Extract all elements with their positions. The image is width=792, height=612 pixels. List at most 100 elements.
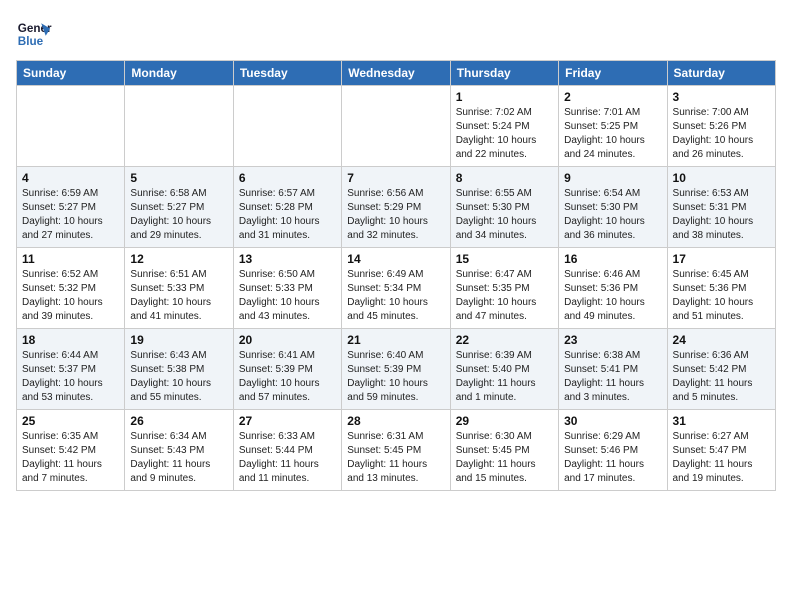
- calendar-cell: 20 Sunrise: 6:41 AM Sunset: 5:39 PM Dayli…: [233, 329, 341, 410]
- day-info: Sunrise: 6:34 AM Sunset: 5:43 PM Dayligh…: [130, 430, 227, 486]
- day-of-week-header: Friday: [559, 61, 667, 86]
- day-info: Sunrise: 6:45 AM Sunset: 5:36 PM Dayligh…: [673, 268, 770, 324]
- day-info: Sunrise: 6:59 AM Sunset: 5:27 PM Dayligh…: [22, 187, 119, 243]
- day-info: Sunrise: 7:02 AM Sunset: 5:24 PM Dayligh…: [456, 106, 553, 162]
- calendar-cell: 21 Sunrise: 6:40 AM Sunset: 5:39 PM Dayli…: [342, 329, 450, 410]
- day-number: 9: [564, 171, 661, 185]
- day-info: Sunrise: 6:35 AM Sunset: 5:42 PM Dayligh…: [22, 430, 119, 486]
- day-number: 11: [22, 252, 119, 266]
- day-number: 12: [130, 252, 227, 266]
- day-info: Sunrise: 6:36 AM Sunset: 5:42 PM Dayligh…: [673, 349, 770, 405]
- day-info: Sunrise: 6:50 AM Sunset: 5:33 PM Dayligh…: [239, 268, 336, 324]
- day-number: 1: [456, 90, 553, 104]
- calendar-cell: 5 Sunrise: 6:58 AM Sunset: 5:27 PM Daylig…: [125, 167, 233, 248]
- calendar-week-row: 25 Sunrise: 6:35 AM Sunset: 5:42 PM Dayli…: [17, 410, 776, 491]
- calendar-cell: 8 Sunrise: 6:55 AM Sunset: 5:30 PM Daylig…: [450, 167, 558, 248]
- day-info: Sunrise: 7:00 AM Sunset: 5:26 PM Dayligh…: [673, 106, 770, 162]
- calendar-cell: [342, 86, 450, 167]
- logo-icon: General Blue: [16, 16, 52, 52]
- calendar-week-row: 11Sunrise: 6:52 AM Sunset: 5:32 PM Dayli…: [17, 248, 776, 329]
- calendar-week-row: 4 Sunrise: 6:59 AM Sunset: 5:27 PM Daylig…: [17, 167, 776, 248]
- calendar-cell: 4 Sunrise: 6:59 AM Sunset: 5:27 PM Daylig…: [17, 167, 125, 248]
- day-info: Sunrise: 6:58 AM Sunset: 5:27 PM Dayligh…: [130, 187, 227, 243]
- day-info: Sunrise: 6:55 AM Sunset: 5:30 PM Dayligh…: [456, 187, 553, 243]
- day-number: 28: [347, 414, 444, 428]
- day-number: 22: [456, 333, 553, 347]
- calendar-cell: 12 Sunrise: 6:51 AM Sunset: 5:33 PM Dayli…: [125, 248, 233, 329]
- calendar-week-row: 18 Sunrise: 6:44 AM Sunset: 5:37 PM Dayli…: [17, 329, 776, 410]
- calendar-cell: 29Sunrise: 6:30 AM Sunset: 5:45 PM Dayli…: [450, 410, 558, 491]
- calendar-cell: 18 Sunrise: 6:44 AM Sunset: 5:37 PM Dayli…: [17, 329, 125, 410]
- logo: General Blue: [16, 16, 56, 52]
- day-number: 29: [456, 414, 553, 428]
- day-number: 13: [239, 252, 336, 266]
- calendar-cell: 27 Sunrise: 6:33 AM Sunset: 5:44 PM Dayli…: [233, 410, 341, 491]
- calendar-cell: 3 Sunrise: 7:00 AM Sunset: 5:26 PM Daylig…: [667, 86, 775, 167]
- day-of-week-header: Sunday: [17, 61, 125, 86]
- calendar-body: 1 Sunrise: 7:02 AM Sunset: 5:24 PM Daylig…: [17, 86, 776, 491]
- day-of-week-header: Saturday: [667, 61, 775, 86]
- day-of-week-header: Tuesday: [233, 61, 341, 86]
- day-info: Sunrise: 6:33 AM Sunset: 5:44 PM Dayligh…: [239, 430, 336, 486]
- calendar-week-row: 1 Sunrise: 7:02 AM Sunset: 5:24 PM Daylig…: [17, 86, 776, 167]
- calendar-cell: 2 Sunrise: 7:01 AM Sunset: 5:25 PM Daylig…: [559, 86, 667, 167]
- day-number: 27: [239, 414, 336, 428]
- calendar-cell: 1 Sunrise: 7:02 AM Sunset: 5:24 PM Daylig…: [450, 86, 558, 167]
- calendar-cell: 9Sunrise: 6:54 AM Sunset: 5:30 PM Daylig…: [559, 167, 667, 248]
- calendar-cell: 16Sunrise: 6:46 AM Sunset: 5:36 PM Dayli…: [559, 248, 667, 329]
- calendar-cell: 23 Sunrise: 6:38 AM Sunset: 5:41 PM Dayli…: [559, 329, 667, 410]
- day-info: Sunrise: 6:27 AM Sunset: 5:47 PM Dayligh…: [673, 430, 770, 486]
- day-number: 25: [22, 414, 119, 428]
- day-number: 23: [564, 333, 661, 347]
- day-info: Sunrise: 6:39 AM Sunset: 5:40 PM Dayligh…: [456, 349, 553, 405]
- calendar-cell: [125, 86, 233, 167]
- day-number: 4: [22, 171, 119, 185]
- day-number: 6: [239, 171, 336, 185]
- calendar-cell: 25 Sunrise: 6:35 AM Sunset: 5:42 PM Dayli…: [17, 410, 125, 491]
- day-info: Sunrise: 6:44 AM Sunset: 5:37 PM Dayligh…: [22, 349, 119, 405]
- day-number: 18: [22, 333, 119, 347]
- day-of-week-header: Thursday: [450, 61, 558, 86]
- day-number: 5: [130, 171, 227, 185]
- calendar-cell: [17, 86, 125, 167]
- calendar-cell: 15Sunrise: 6:47 AM Sunset: 5:35 PM Dayli…: [450, 248, 558, 329]
- day-number: 3: [673, 90, 770, 104]
- day-info: Sunrise: 6:56 AM Sunset: 5:29 PM Dayligh…: [347, 187, 444, 243]
- day-info: Sunrise: 6:51 AM Sunset: 5:33 PM Dayligh…: [130, 268, 227, 324]
- calendar-table: SundayMondayTuesdayWednesdayThursdayFrid…: [16, 60, 776, 491]
- day-number: 31: [673, 414, 770, 428]
- calendar-cell: 10 Sunrise: 6:53 AM Sunset: 5:31 PM Dayli…: [667, 167, 775, 248]
- day-info: Sunrise: 6:46 AM Sunset: 5:36 PM Dayligh…: [564, 268, 661, 324]
- day-info: Sunrise: 6:49 AM Sunset: 5:34 PM Dayligh…: [347, 268, 444, 324]
- day-info: Sunrise: 6:29 AM Sunset: 5:46 PM Dayligh…: [564, 430, 661, 486]
- day-number: 21: [347, 333, 444, 347]
- day-number: 20: [239, 333, 336, 347]
- page-header: General Blue: [16, 16, 776, 52]
- calendar-cell: 19Sunrise: 6:43 AM Sunset: 5:38 PM Dayli…: [125, 329, 233, 410]
- day-info: Sunrise: 6:53 AM Sunset: 5:31 PM Dayligh…: [673, 187, 770, 243]
- svg-text:Blue: Blue: [18, 35, 44, 48]
- calendar-cell: 22 Sunrise: 6:39 AM Sunset: 5:40 PM Dayli…: [450, 329, 558, 410]
- day-number: 17: [673, 252, 770, 266]
- day-of-week-header: Monday: [125, 61, 233, 86]
- day-info: Sunrise: 6:41 AM Sunset: 5:39 PM Dayligh…: [239, 349, 336, 405]
- calendar-cell: 6Sunrise: 6:57 AM Sunset: 5:28 PM Daylig…: [233, 167, 341, 248]
- day-number: 30: [564, 414, 661, 428]
- day-number: 2: [564, 90, 661, 104]
- day-number: 7: [347, 171, 444, 185]
- calendar-cell: 11Sunrise: 6:52 AM Sunset: 5:32 PM Dayli…: [17, 248, 125, 329]
- day-number: 24: [673, 333, 770, 347]
- day-info: Sunrise: 6:31 AM Sunset: 5:45 PM Dayligh…: [347, 430, 444, 486]
- calendar-cell: 30 Sunrise: 6:29 AM Sunset: 5:46 PM Dayli…: [559, 410, 667, 491]
- calendar-header-row: SundayMondayTuesdayWednesdayThursdayFrid…: [17, 61, 776, 86]
- day-of-week-header: Wednesday: [342, 61, 450, 86]
- day-info: Sunrise: 6:47 AM Sunset: 5:35 PM Dayligh…: [456, 268, 553, 324]
- day-number: 14: [347, 252, 444, 266]
- day-info: Sunrise: 6:38 AM Sunset: 5:41 PM Dayligh…: [564, 349, 661, 405]
- day-number: 8: [456, 171, 553, 185]
- day-number: 10: [673, 171, 770, 185]
- day-number: 26: [130, 414, 227, 428]
- day-info: Sunrise: 6:40 AM Sunset: 5:39 PM Dayligh…: [347, 349, 444, 405]
- calendar-cell: 13 Sunrise: 6:50 AM Sunset: 5:33 PM Dayli…: [233, 248, 341, 329]
- day-info: Sunrise: 7:01 AM Sunset: 5:25 PM Dayligh…: [564, 106, 661, 162]
